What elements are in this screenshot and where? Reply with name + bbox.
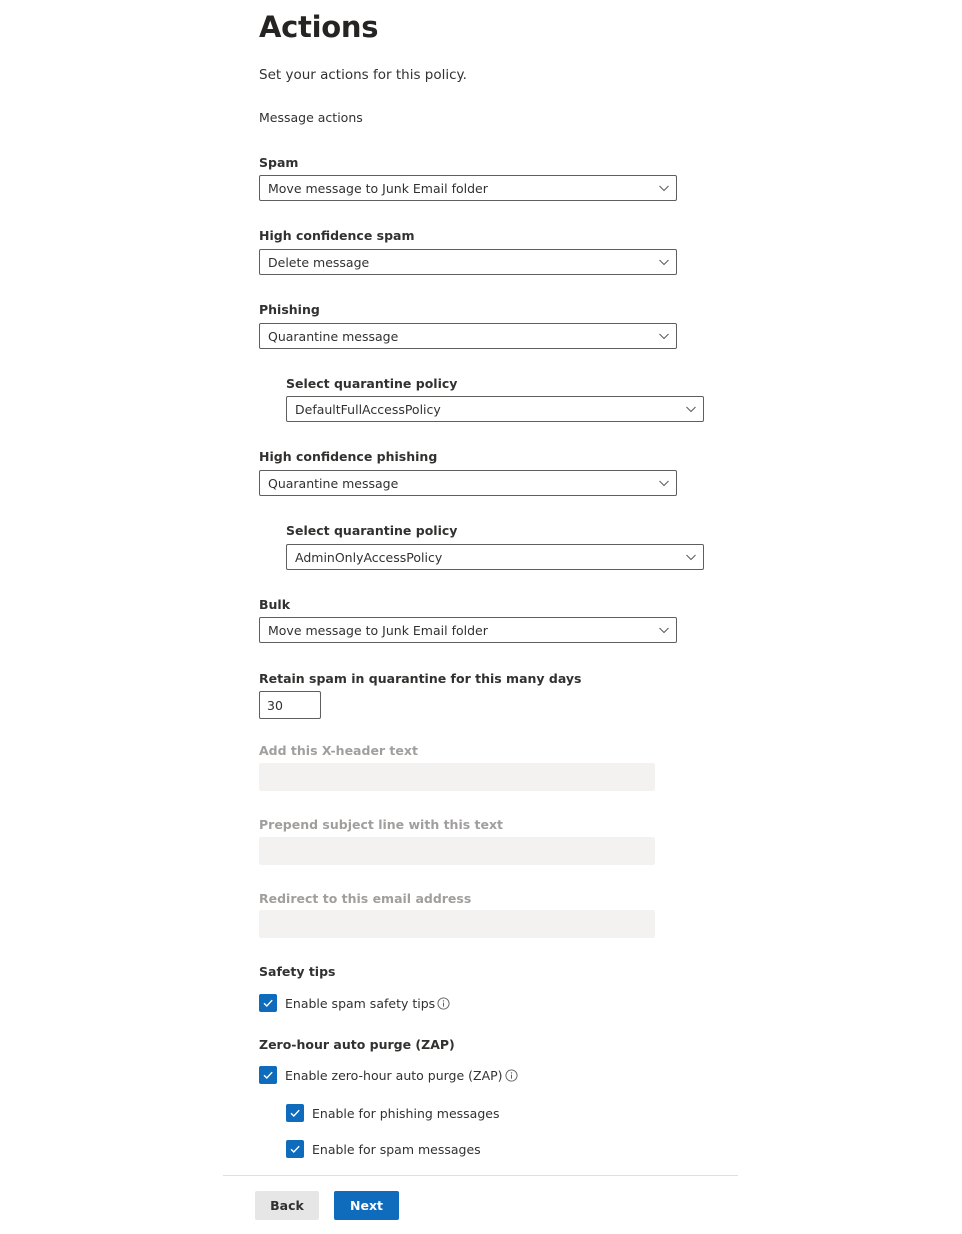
safety-tips-heading: Safety tips: [259, 964, 336, 979]
chevron-down-icon: [659, 480, 669, 487]
retain-days-label: Retain spam in quarantine for this many …: [259, 671, 582, 686]
page-title: Actions: [259, 10, 379, 44]
phishing-select[interactable]: Quarantine message: [259, 323, 677, 349]
info-icon[interactable]: [505, 1068, 518, 1082]
checkmark-icon: [286, 1140, 304, 1158]
phishing-quarantine-policy-label: Select quarantine policy: [286, 376, 458, 391]
enable-zap-label: Enable zero-hour auto purge (ZAP): [285, 1067, 503, 1083]
page-subtitle: Set your actions for this policy.: [259, 67, 467, 83]
prepend-subject-label: Prepend subject line with this text: [259, 817, 504, 832]
retain-days-input[interactable]: [259, 691, 321, 719]
footer-divider: [223, 1175, 738, 1176]
high-confidence-phishing-quarantine-policy-value: AdminOnlyAccessPolicy: [295, 550, 443, 565]
chevron-down-icon: [659, 185, 669, 192]
chevron-down-icon: [659, 259, 669, 266]
redirect-email-label: Redirect to this email address: [259, 891, 472, 906]
enable-zap-checkbox[interactable]: Enable zero-hour auto purge (ZAP): [259, 1065, 518, 1085]
high-confidence-phishing-select[interactable]: Quarantine message: [259, 470, 677, 496]
high-confidence-phishing-quarantine-policy-select[interactable]: AdminOnlyAccessPolicy: [286, 544, 704, 570]
x-header-input: [259, 763, 655, 791]
chevron-down-icon: [659, 333, 669, 340]
high-confidence-phishing-label: High confidence phishing: [259, 449, 438, 464]
high-confidence-spam-select-value: Delete message: [268, 255, 370, 270]
enable-phishing-zap-checkbox[interactable]: Enable for phishing messages: [286, 1103, 499, 1123]
high-confidence-phishing-select-value: Quarantine message: [268, 476, 399, 491]
redirect-email-input: [259, 910, 655, 938]
message-actions-heading: Message actions: [259, 110, 363, 125]
info-icon[interactable]: [437, 996, 450, 1010]
bulk-select-value: Move message to Junk Email folder: [268, 623, 488, 638]
zap-heading: Zero-hour auto purge (ZAP): [259, 1037, 455, 1052]
high-confidence-spam-label: High confidence spam: [259, 228, 415, 243]
phishing-quarantine-policy-value: DefaultFullAccessPolicy: [295, 402, 441, 417]
next-button[interactable]: Next: [334, 1191, 399, 1220]
back-button[interactable]: Back: [255, 1191, 319, 1220]
spam-safety-tips-checkbox[interactable]: Enable spam safety tips: [259, 993, 450, 1013]
x-header-label: Add this X-header text: [259, 743, 418, 758]
chevron-down-icon: [659, 627, 669, 634]
bulk-label: Bulk: [259, 597, 291, 612]
phishing-select-value: Quarantine message: [268, 329, 399, 344]
chevron-down-icon: [686, 554, 696, 561]
high-confidence-spam-select[interactable]: Delete message: [259, 249, 677, 275]
prepend-subject-input: [259, 837, 655, 865]
spam-label: Spam: [259, 155, 299, 170]
spam-safety-tips-label: Enable spam safety tips: [285, 995, 436, 1011]
bulk-select[interactable]: Move message to Junk Email folder: [259, 617, 677, 643]
enable-spam-zap-label: Enable for spam messages: [312, 1141, 481, 1157]
checkmark-icon: [259, 994, 277, 1012]
high-confidence-phishing-quarantine-policy-label: Select quarantine policy: [286, 523, 458, 538]
spam-select[interactable]: Move message to Junk Email folder: [259, 175, 677, 201]
enable-spam-zap-checkbox[interactable]: Enable for spam messages: [286, 1139, 481, 1159]
phishing-quarantine-policy-select[interactable]: DefaultFullAccessPolicy: [286, 396, 704, 422]
checkmark-icon: [259, 1066, 277, 1084]
checkmark-icon: [286, 1104, 304, 1122]
phishing-label: Phishing: [259, 302, 320, 317]
chevron-down-icon: [686, 406, 696, 413]
spam-select-value: Move message to Junk Email folder: [268, 181, 488, 196]
enable-phishing-zap-label: Enable for phishing messages: [312, 1105, 500, 1121]
